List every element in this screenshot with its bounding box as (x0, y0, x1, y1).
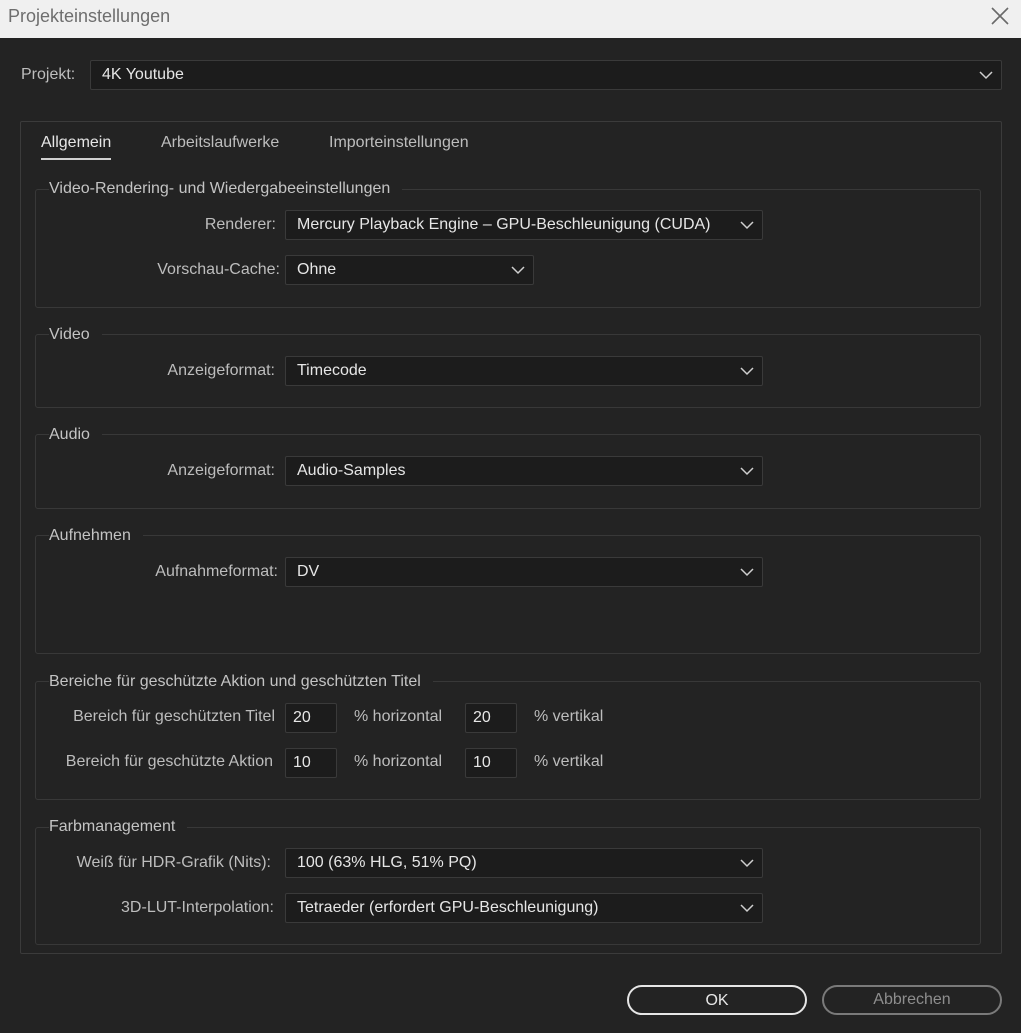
renderer-label: Renderer: (204, 216, 276, 233)
lut-interpolation-label: 3D-LUT-Interpolation: (121, 899, 274, 916)
hdr-white-value: 100 (63% HLG, 51% PQ) (297, 854, 477, 871)
title-safe-vertical-unit: % vertikal (534, 708, 604, 725)
capture-title: Aufnehmen (49, 527, 143, 545)
chevron-down-icon (740, 903, 754, 913)
color-management-title: Farbmanagement (49, 818, 188, 836)
hdr-white-label: Weiß für HDR-Grafik (Nits): (76, 854, 271, 871)
project-select[interactable]: 4K Youtube (90, 60, 1002, 90)
chevron-down-icon (740, 466, 754, 476)
video-format-label: Anzeigeformat: (167, 362, 275, 379)
cancel-button[interactable]: Abbrechen (822, 985, 1002, 1015)
audio-title: Audio (49, 426, 102, 444)
capture-format-value: DV (297, 563, 320, 580)
tab-arbeitslaufwerke[interactable]: Arbeitslaufwerke (161, 134, 279, 158)
renderer-select[interactable]: Mercury Playback Engine – GPU-Beschleuni… (285, 210, 763, 240)
chevron-down-icon (979, 70, 993, 80)
title-safe-vertical-input[interactable]: 20 (465, 703, 517, 733)
title-safe-horizontal-unit: % horizontal (354, 708, 443, 725)
title-safe-label: Bereich für geschützten Titel (73, 708, 275, 725)
video-rendering-group (35, 189, 981, 308)
chevron-down-icon (740, 567, 754, 577)
lut-interpolation-select[interactable]: Tetraeder (erfordert GPU-Beschleunigung) (285, 893, 763, 923)
video-rendering-title: Video-Rendering- und Wiedergabeeinstellu… (49, 180, 403, 198)
chevron-down-icon (740, 858, 754, 868)
chevron-down-icon (740, 366, 754, 376)
title-safe-horizontal-input[interactable]: 20 (285, 703, 337, 733)
action-safe-vertical-unit: % vertikal (534, 753, 604, 770)
video-title: Video (49, 326, 102, 344)
project-label: Projekt: (21, 66, 76, 83)
capture-format-label: Aufnahmeformat: (155, 563, 278, 580)
action-safe-vertical-input[interactable]: 10 (465, 748, 517, 778)
renderer-value: Mercury Playback Engine – GPU-Beschleuni… (297, 216, 711, 233)
project-value: 4K Youtube (102, 66, 184, 83)
preview-cache-value: Ohne (297, 261, 337, 278)
action-safe-horizontal-unit: % horizontal (354, 753, 443, 770)
capture-format-select[interactable]: DV (285, 557, 763, 587)
close-icon[interactable] (989, 5, 1011, 27)
chevron-down-icon (511, 265, 525, 275)
audio-format-label: Anzeigeformat: (167, 462, 275, 479)
video-format-select[interactable]: Timecode (285, 356, 763, 386)
action-safe-horizontal-input[interactable]: 10 (285, 748, 337, 778)
chevron-down-icon (740, 220, 754, 230)
action-safe-label: Bereich für geschützte Aktion (65, 753, 273, 770)
safe-areas-group (35, 681, 981, 800)
capture-group (35, 535, 981, 654)
video-format-value: Timecode (297, 362, 367, 379)
preview-cache-select[interactable]: Ohne (285, 255, 534, 285)
preview-cache-label: Vorschau-Cache: (157, 261, 280, 278)
safe-areas-title: Bereiche für geschützte Aktion und gesch… (49, 673, 433, 691)
lut-interpolation-value: Tetraeder (erfordert GPU-Beschleunigung) (297, 899, 599, 916)
title-bar: Projekteinstellungen (0, 0, 1021, 38)
tab-allgemein[interactable]: Allgemein (41, 134, 112, 160)
ok-button[interactable]: OK (627, 985, 807, 1015)
window-title: Projekteinstellungen (8, 6, 171, 26)
color-management-group (35, 827, 981, 945)
audio-format-select[interactable]: Audio-Samples (285, 456, 763, 486)
hdr-white-select[interactable]: 100 (63% HLG, 51% PQ) (285, 848, 763, 878)
tab-importeinstellungen[interactable]: Importeinstellungen (329, 134, 469, 158)
audio-format-value: Audio-Samples (297, 462, 406, 479)
